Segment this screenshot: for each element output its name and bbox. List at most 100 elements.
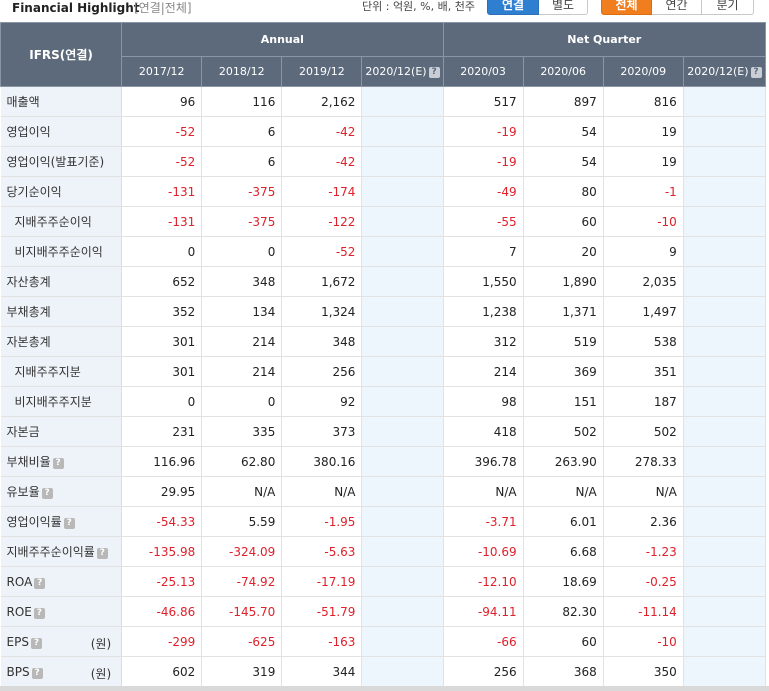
value-cell: 1,324 (281, 296, 363, 327)
value-cell: N/A (443, 476, 524, 507)
period-header: 2018/12 (201, 56, 283, 87)
value-cell: 1,550 (443, 266, 524, 297)
row-label-text: EPS (6, 634, 29, 649)
value-cell: -52 (121, 116, 203, 147)
value-cell: 6.01 (523, 506, 604, 537)
estimate-cell (683, 566, 767, 597)
row-label-text: 부채비율 (6, 455, 51, 469)
unit-label: 단위 : 억원, %, 배, 천주 (362, 0, 475, 13)
table-row: 부채총계 352 134 1,324 1,238 1,371 1,497 (0, 296, 767, 327)
value-cell: 278.33 (603, 446, 684, 477)
value-cell: N/A (603, 476, 684, 507)
estimate-cell (683, 626, 767, 657)
table-row: ROA? -25.13 -74.92 -17.19 -12.10 18.69 -0.25 (0, 566, 767, 597)
table-row: 유보율? 29.95 N/A N/A N/A N/A N/A (0, 476, 767, 507)
estimate-cell (683, 356, 767, 387)
help-icon[interactable]: ? (41, 488, 53, 499)
value-cell: -375 (201, 176, 283, 207)
value-cell: 231 (121, 416, 203, 447)
estimate-cell (361, 296, 444, 327)
table-row: 자본총계 301 214 348 312 519 538 (0, 326, 767, 357)
quarterly-button[interactable]: 분기 (702, 0, 754, 15)
value-cell: 0 (121, 386, 203, 417)
row-label-text: 비지배주주지분 (14, 395, 92, 409)
financial-highlight-table: IFRS(연결) Annual Net Quarter 2017/12 2018… (0, 22, 767, 687)
annual-button[interactable]: 연간 (652, 0, 702, 15)
value-cell: -131 (121, 176, 203, 207)
top-bar: Financial Highlight [연결|전체] 단위 : 억원, %, … (0, 0, 769, 20)
separate-button[interactable]: 별도 (539, 0, 588, 15)
estimate-cell (683, 296, 767, 327)
help-icon[interactable]: ? (31, 667, 43, 679)
value-cell: 60 (523, 206, 604, 237)
value-cell: -1.95 (281, 506, 363, 537)
help-icon[interactable]: ? (33, 607, 45, 619)
value-cell: 0 (121, 236, 203, 267)
row-label: 자산총계 (0, 266, 123, 297)
row-label-text: 자본금 (6, 425, 40, 439)
estimate-cell (361, 476, 444, 507)
row-label: 매출액 (0, 86, 123, 117)
value-cell: 6 (201, 116, 283, 147)
value-cell: 116.96 (121, 446, 203, 477)
value-cell: -299 (121, 626, 203, 657)
help-icon[interactable]: ? (34, 577, 46, 589)
table-body: 매출액 96 116 2,162 517 897 816 영업이익 -52 6 -42 -19 54 19… (0, 86, 767, 687)
help-icon[interactable]: ? (750, 67, 762, 78)
value-cell: 0 (201, 236, 283, 267)
value-cell: 652 (121, 266, 203, 297)
value-cell: 19 (603, 116, 684, 147)
estimate-cell (361, 656, 444, 687)
all-button[interactable]: 전체 (601, 0, 652, 15)
table-row: EPS? (원) -299 -625 -163 -66 60 -10 (0, 626, 767, 657)
value-cell: 502 (523, 416, 604, 447)
row-label-text: ROE (6, 604, 32, 619)
help-icon[interactable]: ? (52, 458, 64, 469)
value-cell: -1.23 (603, 536, 684, 567)
estimate-cell (683, 536, 767, 567)
value-cell: 368 (523, 656, 604, 687)
row-label: 부채총계 (0, 296, 123, 327)
row-label-text: 유보율 (6, 485, 40, 499)
row-label-text: 자산총계 (6, 275, 51, 289)
help-icon[interactable]: ? (30, 637, 42, 649)
value-cell: 348 (201, 266, 283, 297)
estimate-cell (683, 86, 767, 117)
value-cell: -625 (201, 626, 283, 657)
value-cell: N/A (523, 476, 604, 507)
value-cell: 1,890 (523, 266, 604, 297)
value-cell: -42 (281, 146, 363, 177)
value-cell: 380.16 (281, 446, 363, 477)
estimate-cell (361, 596, 444, 627)
horizontal-scrollbar[interactable] (0, 686, 769, 691)
period-header: 2020/09 (602, 56, 684, 87)
row-label-text: 지배주주순이익률 (6, 545, 95, 559)
estimate-cell (683, 386, 767, 417)
consolidated-button[interactable]: 연결 (487, 0, 539, 15)
help-icon[interactable]: ? (63, 518, 75, 529)
row-label-text: 당기순이익 (6, 185, 62, 199)
value-cell: 351 (603, 356, 684, 387)
estimate-cell (361, 386, 444, 417)
help-icon[interactable]: ? (428, 67, 440, 78)
value-cell: -163 (281, 626, 363, 657)
help-icon[interactable]: ? (96, 548, 108, 559)
row-label: 지배주주순이익 (0, 206, 123, 237)
estimate-cell (361, 566, 444, 597)
value-cell: 116 (201, 86, 283, 117)
value-cell: -0.25 (603, 566, 684, 597)
table-row: 당기순이익 -131 -375 -174 -49 80 -1 (0, 176, 767, 207)
table-row: 자본금 231 335 373 418 502 502 (0, 416, 767, 447)
table-row: 부채비율? 116.96 62.80 380.16 396.78 263.90 278.33 (0, 446, 767, 477)
value-cell: 502 (603, 416, 684, 447)
value-cell: 418 (443, 416, 524, 447)
table-row: 자산총계 652 348 1,672 1,550 1,890 2,035 (0, 266, 767, 297)
value-cell: 214 (201, 326, 283, 357)
value-cell: 301 (121, 326, 203, 357)
value-cell: -122 (281, 206, 363, 237)
value-cell: N/A (201, 476, 283, 507)
estimate-cell (361, 116, 444, 147)
period-header-estimate: 2020/12(E)? (361, 56, 444, 87)
period-header: 2019/12 (281, 56, 363, 87)
value-cell: -52 (121, 146, 203, 177)
